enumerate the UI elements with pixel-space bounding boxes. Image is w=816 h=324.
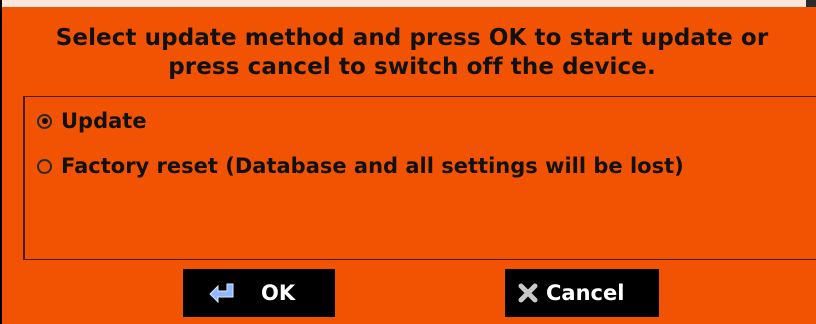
enter-arrow-icon (209, 282, 239, 304)
factory-reset-radio-button[interactable] (37, 158, 52, 174)
update-screen: Select update method and press OK to sta… (0, 0, 816, 324)
options-panel: Update Factory reset (Database and all s… (23, 96, 816, 260)
cancel-button-label: Cancel (546, 281, 625, 305)
prompt-line-2: press cancel to switch off the device. (168, 54, 656, 80)
option-factory-reset[interactable]: Factory reset (Database and all settings… (37, 153, 684, 179)
top-corner-dark (806, 0, 816, 7)
update-dialog: Select update method and press OK to sta… (2, 7, 816, 324)
close-x-icon (517, 282, 539, 304)
top-border-strip (2, 0, 816, 7)
cancel-button[interactable]: Cancel (505, 269, 659, 317)
update-radio-button[interactable] (37, 113, 52, 129)
option-factory-reset-label: Factory reset (Database and all settings… (61, 154, 684, 178)
option-update-label: Update (61, 109, 147, 133)
ok-button[interactable]: OK (183, 269, 335, 317)
prompt-line-1: Select update method and press OK to sta… (55, 25, 769, 51)
option-update[interactable]: Update (37, 108, 147, 134)
ok-button-label: OK (261, 281, 296, 305)
dialog-prompt: Select update method and press OK to sta… (22, 24, 802, 82)
